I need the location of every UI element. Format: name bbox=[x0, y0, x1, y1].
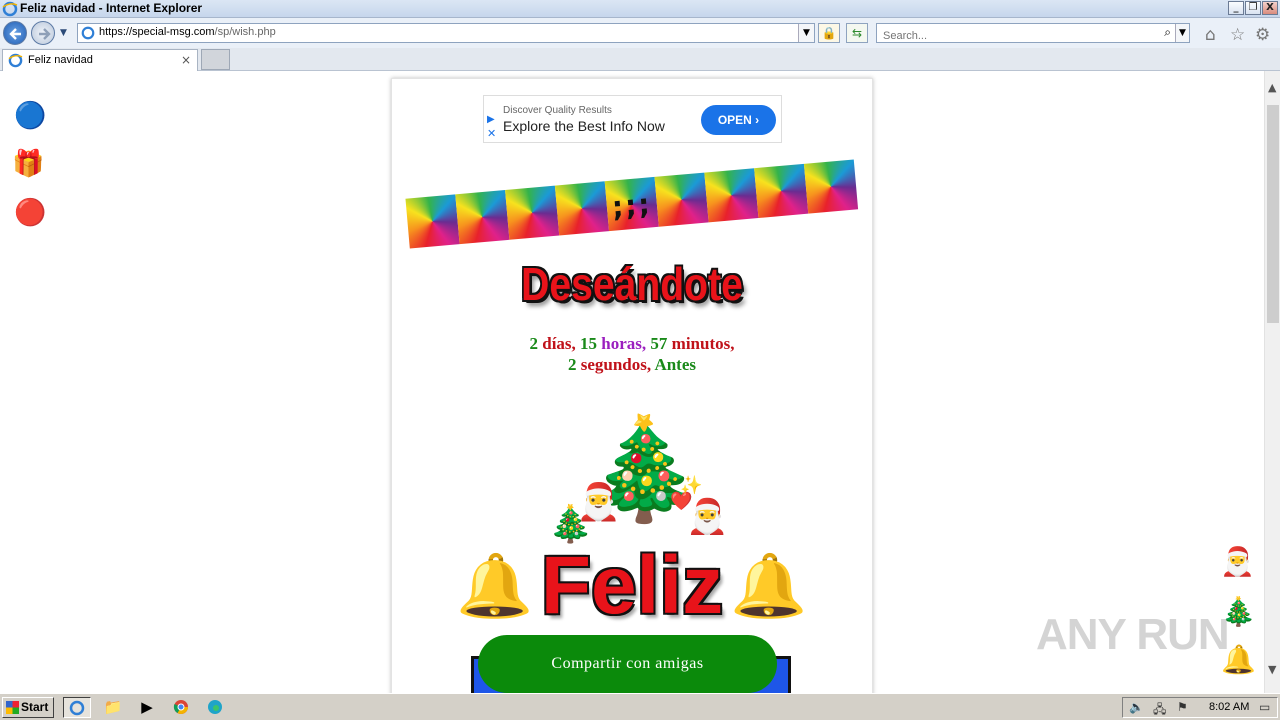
address-bar[interactable]: https://special-msg.com/sp/wish.php ▼ bbox=[77, 23, 815, 43]
heading-deseandote: Deseándote bbox=[521, 258, 743, 310]
forward-button[interactable] bbox=[31, 21, 55, 45]
network-icon[interactable]: 🖧 bbox=[1153, 700, 1166, 721]
navigation-bar: ▼ https://special-msg.com/sp/wish.php ▼ … bbox=[0, 18, 1280, 48]
ad-line2: Explore the Best Info Now bbox=[503, 118, 665, 134]
back-button[interactable] bbox=[3, 21, 27, 45]
volume-icon[interactable]: 🔈 bbox=[1129, 700, 1144, 714]
address-url: https://special-msg.com/sp/wish.php bbox=[99, 26, 276, 38]
ad-line1: Discover Quality Results bbox=[503, 105, 612, 116]
lock-icon[interactable]: 🔒 bbox=[818, 23, 840, 43]
red-ornament-icon: 🔴 bbox=[14, 198, 47, 228]
restore-button[interactable]: ❐ bbox=[1245, 1, 1261, 15]
action-center-flag-icon[interactable]: ⚑ bbox=[1177, 700, 1188, 714]
ie-logo-icon bbox=[2, 1, 18, 17]
start-button[interactable]: Start bbox=[2, 697, 54, 718]
countdown-text: 2 días, 15 horas, 57 minutos, 2 segundos… bbox=[529, 334, 735, 374]
minimize-button[interactable]: _ bbox=[1228, 1, 1244, 15]
windows-flag-icon bbox=[6, 701, 19, 714]
tab-close-icon[interactable]: × bbox=[181, 53, 191, 67]
ad-banner[interactable]: ▶ ✕ Discover Quality Results Explore the… bbox=[483, 95, 782, 143]
search-icon[interactable]: ⌕ bbox=[1164, 25, 1171, 40]
tab-bar: Feliz navidad × bbox=[0, 48, 1280, 71]
back-arrow-icon bbox=[9, 28, 21, 40]
search-box[interactable]: ⌕ ▼ bbox=[876, 23, 1190, 44]
close-window-button[interactable]: X bbox=[1262, 1, 1278, 15]
system-tray: 🔈 🖧 ⚑ 8:02 AM ▭ bbox=[1122, 697, 1278, 718]
history-dropdown-icon[interactable]: ▼ bbox=[60, 28, 67, 38]
taskbar-ie-icon[interactable] bbox=[63, 697, 91, 718]
anyrun-watermark: ANY RUN bbox=[1036, 610, 1230, 659]
tab-ie-icon bbox=[8, 53, 23, 68]
show-desktop-icon[interactable]: ▭ bbox=[1259, 700, 1270, 714]
home-icon[interactable]: ⌂ bbox=[1205, 25, 1216, 45]
taskbar-chrome-icon[interactable] bbox=[167, 697, 195, 718]
ad-open-button[interactable]: OPEN › bbox=[701, 105, 776, 135]
clock: 8:02 AM bbox=[1209, 701, 1250, 713]
scroll-down-icon[interactable]: ▼ bbox=[1268, 663, 1276, 676]
ad-close-icon[interactable]: ✕ bbox=[487, 127, 496, 140]
banner-symbol: ;;; bbox=[610, 187, 653, 224]
feliz-text: Feliz bbox=[540, 540, 724, 631]
gift-icon: 🎁 bbox=[12, 149, 45, 179]
scroll-thumb[interactable] bbox=[1267, 105, 1279, 323]
address-dropdown-icon[interactable]: ▼ bbox=[798, 24, 814, 42]
forward-arrow-icon bbox=[39, 28, 51, 40]
taskbar-edge-icon[interactable] bbox=[201, 697, 229, 718]
taskbar-explorer-icon[interactable]: 📁 bbox=[99, 697, 127, 718]
settings-gear-icon[interactable]: ⚙ bbox=[1255, 25, 1270, 45]
sparkles-icon: ✨ bbox=[680, 475, 703, 496]
window-title: Feliz navidad - Internet Explorer bbox=[20, 1, 203, 15]
taskbar-media-player-icon[interactable]: ▶ bbox=[133, 697, 161, 718]
christmas-tree-art: 🎄 🎅 🎅 🎄 ❤️ ✨ bbox=[452, 419, 812, 559]
santa-icon: 🎅 bbox=[1220, 545, 1255, 578]
tab-label: Feliz navidad bbox=[28, 54, 93, 66]
ad-play-icon[interactable]: ▶ bbox=[487, 114, 495, 125]
refresh-icon[interactable]: ⇆ bbox=[846, 23, 868, 43]
window-title-bar: Feliz navidad - Internet Explorer _ ❐ X bbox=[0, 0, 1280, 18]
favorites-star-icon[interactable]: ☆ bbox=[1230, 25, 1245, 45]
tab-feliz-navidad[interactable]: Feliz navidad × bbox=[2, 49, 198, 71]
page-content: 🔵 🎁 🔴 ▶ ✕ Discover Quality Results Explo… bbox=[0, 71, 1264, 693]
share-with-friends-button[interactable]: Compartir con amigas bbox=[478, 635, 777, 693]
blue-ornament-icon: 🔵 bbox=[14, 101, 47, 131]
page-ie-icon bbox=[81, 26, 95, 40]
taskbar: Start 📁 ▶ 🔈 🖧 ⚑ 8:02 AM ▭ bbox=[0, 693, 1280, 720]
colorful-banner: ;;; bbox=[405, 159, 859, 253]
search-input[interactable] bbox=[881, 28, 1151, 44]
wish-card: ▶ ✕ Discover Quality Results Explore the… bbox=[391, 78, 873, 693]
vertical-scrollbar[interactable]: ▲ ▼ bbox=[1264, 71, 1280, 693]
new-tab-button[interactable] bbox=[201, 49, 230, 70]
search-dropdown-icon[interactable]: ▼ bbox=[1175, 24, 1189, 42]
scroll-up-icon[interactable]: ▲ bbox=[1268, 81, 1276, 94]
